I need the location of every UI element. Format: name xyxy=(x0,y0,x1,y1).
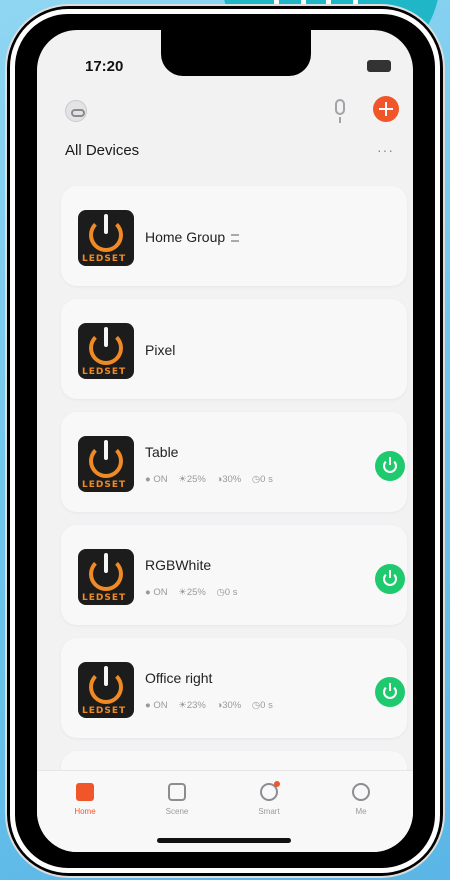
timer: ◷0 s xyxy=(216,587,238,598)
device-status: ● ON ☀25% ◑30% ◷0 s xyxy=(145,474,281,485)
brightness: ☀25% xyxy=(178,474,206,485)
tab-smart[interactable]: Smart xyxy=(229,781,309,816)
device-name: Office right xyxy=(145,670,213,686)
thumb-brand: LEDSET xyxy=(82,593,127,603)
color-temp: ◑30% xyxy=(216,474,242,485)
add-device-button[interactable] xyxy=(373,96,399,122)
device-card-pixel[interactable]: LEDSET Pixel xyxy=(61,299,407,399)
tab-label: Home xyxy=(74,807,96,816)
timer: ◷0 s xyxy=(251,474,273,485)
power-state: ● ON xyxy=(145,587,168,598)
tab-label: Scene xyxy=(165,807,189,816)
thumb-brand: LEDSET xyxy=(82,480,127,490)
profile-icon[interactable] xyxy=(65,100,87,122)
device-card-home-group[interactable]: LEDSET Home Group xyxy=(61,186,407,286)
brightness: ☀25% xyxy=(178,587,206,598)
group-icon xyxy=(231,234,240,243)
notch xyxy=(161,30,311,76)
device-list: LEDSET Home Group LEDSET Pixel LEDSET Ta… xyxy=(61,186,407,824)
color-temp: ◑30% xyxy=(216,700,242,711)
tab-label: Smart xyxy=(258,807,280,816)
device-status: ● ON ☀23% ◑30% ◷0 s xyxy=(145,700,281,711)
device-thumbnail: LEDSET xyxy=(78,662,134,718)
page-title: All Devices xyxy=(65,142,140,159)
smart-icon xyxy=(260,781,280,801)
thumb-brand: LEDSET xyxy=(82,706,127,716)
phone-frame: 17:20 All Devices ··· LEDSET Home Group xyxy=(7,6,443,876)
device-thumbnail: LEDSET xyxy=(78,549,134,605)
power-state: ● ON xyxy=(145,474,168,485)
device-name: Pixel xyxy=(145,342,176,358)
device-card-rgbwhite[interactable]: LEDSET RGBWhite ● ON ☀25% ◷0 s xyxy=(61,525,407,625)
tab-me[interactable]: Me xyxy=(321,783,401,816)
power-button[interactable] xyxy=(375,564,405,594)
more-icon[interactable]: ··· xyxy=(377,142,394,158)
device-name: Home Group xyxy=(145,229,240,245)
power-button[interactable] xyxy=(375,677,405,707)
power-button[interactable] xyxy=(375,451,405,481)
microphone-icon[interactable] xyxy=(335,99,345,123)
battery-icon xyxy=(367,60,391,72)
device-thumbnail: LEDSET xyxy=(78,210,134,266)
power-state: ● ON xyxy=(145,700,168,711)
thumb-brand: LEDSET xyxy=(82,254,127,264)
device-card-office-right[interactable]: LEDSET Office right ● ON ☀23% ◑30% ◷0 s xyxy=(61,638,407,738)
device-thumbnail: LEDSET xyxy=(78,436,134,492)
thumb-brand: LEDSET xyxy=(82,367,127,377)
top-bar xyxy=(65,96,399,126)
device-thumbnail: LEDSET xyxy=(78,323,134,379)
tab-label: Me xyxy=(355,807,367,816)
status-time: 17:20 xyxy=(85,58,124,75)
device-name: RGBWhite xyxy=(145,557,212,573)
device-name: Table xyxy=(145,444,179,460)
device-card-table[interactable]: LEDSET Table ● ON ☀25% ◑30% ◷0 s xyxy=(61,412,407,512)
screen: 17:20 All Devices ··· LEDSET Home Group xyxy=(37,30,413,852)
tab-home[interactable]: Home xyxy=(45,783,125,816)
device-status: ● ON ☀25% ◷0 s xyxy=(145,587,245,598)
home-icon xyxy=(76,783,94,801)
checkbox-icon xyxy=(168,783,186,801)
brightness: ☀23% xyxy=(178,700,206,711)
home-indicator xyxy=(157,838,291,843)
tab-scene[interactable]: Scene xyxy=(137,783,217,816)
person-icon xyxy=(352,783,370,801)
timer: ◷0 s xyxy=(251,700,273,711)
